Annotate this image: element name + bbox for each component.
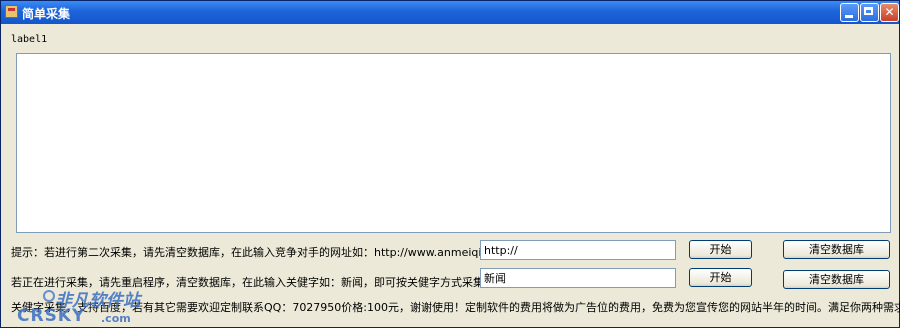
url-input[interactable]	[480, 240, 676, 260]
url-hint-label: 提示：若进行第二次采集，请先清空数据库，在此输入竞争对手的网址如：http://…	[11, 246, 509, 259]
output-textarea[interactable]	[16, 53, 891, 233]
window-title: 简单采集	[22, 7, 71, 21]
clear-database-button[interactable]: 清空数据库	[783, 240, 890, 259]
start-keyword-button[interactable]: 开始	[689, 268, 752, 287]
watermark-domain: .com	[101, 312, 131, 325]
clear-database-button-2[interactable]: 清空数据库	[783, 270, 890, 289]
start-url-button[interactable]: 开始	[689, 240, 752, 259]
keyword-input[interactable]	[480, 268, 676, 288]
title-bar[interactable]: 简单采集 ✕	[1, 1, 899, 24]
app-icon	[5, 5, 18, 18]
watermark-brand: CRSKY	[17, 306, 86, 326]
close-button[interactable]: ✕	[880, 3, 899, 22]
maximize-button[interactable]	[860, 3, 879, 22]
minimize-button[interactable]	[840, 3, 859, 22]
watermark-logo-icon	[43, 290, 55, 302]
label1: label1	[11, 34, 48, 45]
main-window: 简单采集 ✕ label1 提示：若进行第二次采集，请先清空数据库，在此输入竞争…	[0, 0, 900, 328]
watermark: 非凡软件站 CRSKY .com	[9, 284, 149, 326]
